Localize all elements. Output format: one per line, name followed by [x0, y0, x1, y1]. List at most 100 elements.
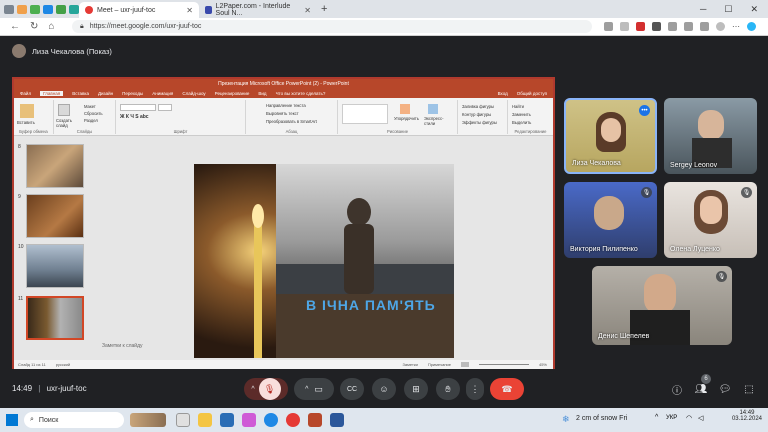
reset-button[interactable]: Сбросить	[84, 111, 103, 116]
pinned-tab-icon[interactable]	[69, 4, 79, 14]
profile-icon[interactable]	[4, 4, 14, 14]
ppt-menu-animation[interactable]: Анимация	[152, 91, 173, 96]
minimize-icon[interactable]: ─	[700, 4, 706, 15]
close-window-icon[interactable]: ✕	[750, 4, 758, 15]
tab-actions-icon[interactable]	[30, 4, 40, 14]
taskbar-search[interactable]: ⌕ Поиск	[24, 412, 124, 428]
comments-toggle[interactable]: Примечание	[428, 362, 451, 367]
ppt-menu-design[interactable]: Дизайн	[98, 91, 113, 96]
quick-styles-icon[interactable]	[428, 104, 438, 114]
profile-avatar-icon[interactable]	[716, 22, 725, 31]
find-button[interactable]: Найти	[512, 104, 524, 109]
arrange-icon[interactable]	[400, 104, 410, 114]
captions-button[interactable]: CC	[340, 378, 364, 400]
extension-icon[interactable]	[636, 22, 645, 31]
slide-notes[interactable]: Заметки к слайду	[102, 343, 143, 349]
ppt-share[interactable]: Общий доступ	[517, 91, 553, 96]
close-tab-icon[interactable]: ✕	[304, 6, 311, 15]
participant-tile-sergey[interactable]: Sergey Leonov	[664, 98, 757, 174]
camera-options-icon[interactable]: ^	[305, 386, 308, 393]
participant-tile-denis[interactable]: 🎙︎ Денис Шепелев	[592, 266, 732, 345]
mic-toggle-button[interactable]: 🎙︎	[258, 378, 281, 400]
more-options-button[interactable]: ⋮	[466, 378, 484, 400]
participant-tile-liza[interactable]: ••• Лиза Чекалова	[564, 98, 657, 174]
read-aloud-icon[interactable]	[604, 22, 613, 31]
shared-screen[interactable]: Презентация Microsoft Office PowerPoint …	[12, 77, 555, 369]
replace-button[interactable]: Заменить	[512, 112, 531, 117]
slide-thumb-10[interactable]	[26, 244, 84, 288]
quick-styles-button[interactable]: Экспресс-стили	[424, 116, 454, 126]
collections-icon[interactable]	[700, 22, 709, 31]
maximize-icon[interactable]: ☐	[724, 4, 732, 15]
current-slide[interactable]: В ІЧНА ПАМ'ЯТЬ	[194, 164, 454, 358]
section-button[interactable]: Раздел	[84, 118, 98, 123]
split-screen-icon[interactable]	[668, 22, 677, 31]
slide-thumb-11[interactable]	[26, 296, 84, 340]
participant-tile-olena[interactable]: 🎙︎ Олена Луценко	[664, 182, 757, 258]
edge-icon[interactable]	[264, 413, 278, 427]
participant-tile-viktoria[interactable]: 🎙︎ Виктория Пилипенко	[564, 182, 657, 258]
tab-l2paper[interactable]: L2Paper.com - Interlude Soul N... ✕	[199, 2, 317, 18]
present-button[interactable]: ⊞	[404, 378, 428, 400]
create-slide-button[interactable]: Создать слайд	[56, 118, 82, 128]
ppt-menu-view[interactable]: Вид	[258, 91, 266, 96]
folder-icon[interactable]	[198, 413, 212, 427]
new-slide-icon[interactable]	[58, 104, 70, 116]
shape-fill-button[interactable]: Заливка фигуры	[462, 104, 494, 109]
back-icon[interactable]: ←	[10, 21, 20, 32]
chrome-icon[interactable]	[286, 413, 300, 427]
font-name-select[interactable]	[120, 104, 156, 111]
paste-button[interactable]: Вставить	[17, 120, 35, 125]
favorites-icon[interactable]	[684, 22, 693, 31]
copilot-app-icon[interactable]	[242, 413, 256, 427]
ppt-menu-review[interactable]: Рецензирование	[215, 91, 250, 96]
smartart-button[interactable]: Преобразовать в SmartArt	[266, 119, 317, 124]
slide-thumb-9[interactable]	[26, 194, 84, 238]
ppt-signin[interactable]: Вход	[498, 91, 508, 96]
store-icon[interactable]	[220, 413, 234, 427]
font-size-select[interactable]	[158, 104, 172, 111]
leave-call-button[interactable]: ☎︎	[490, 378, 524, 400]
reactions-button[interactable]: ☺	[372, 378, 396, 400]
ppt-tell-me[interactable]: Что вы хотите сделать?	[276, 91, 326, 96]
ppt-menu-slideshow[interactable]: Слайд-шоу	[182, 91, 205, 96]
zoom-level[interactable]: 45%	[539, 362, 553, 367]
chat-icon[interactable]: 💬︎	[716, 380, 734, 398]
select-button[interactable]: Выделить	[512, 120, 531, 125]
volume-icon[interactable]: ◁	[698, 414, 703, 422]
start-icon[interactable]	[6, 414, 18, 426]
bold-icon[interactable]: Ж К Ч S abc	[120, 114, 149, 120]
text-direction-button[interactable]: Направление текста	[266, 103, 306, 108]
arrange-button[interactable]: Упорядочить	[394, 116, 419, 121]
shape-outline-button[interactable]: Контур фигуры	[462, 112, 491, 117]
meeting-info-icon[interactable]: ⓘ	[668, 380, 686, 398]
slide-thumb-8[interactable]	[26, 144, 84, 188]
ppt-menu-transitions[interactable]: Переходы	[122, 91, 143, 96]
wifi-icon[interactable]: ◠	[686, 414, 692, 422]
activities-icon[interactable]: ⬚	[740, 380, 758, 398]
workspaces-icon[interactable]	[17, 4, 27, 14]
notes-toggle[interactable]: Заметки	[403, 362, 418, 367]
language-status[interactable]: русский	[56, 362, 70, 367]
tab-meet[interactable]: Meet – uxr-juuf-toc ✕	[79, 2, 199, 18]
close-tab-icon[interactable]: ✕	[186, 6, 193, 15]
pinned-tab-icon[interactable]	[43, 4, 53, 14]
ppt-menu-home[interactable]: Главная	[40, 91, 64, 96]
url-field[interactable]: 🔒︎ https://meet.google.com/uxr-juuf-toc	[72, 20, 592, 33]
pinned-tab-icon[interactable]	[56, 4, 66, 14]
powerpoint-icon[interactable]	[308, 413, 322, 427]
mic-options-icon[interactable]: ^	[251, 386, 254, 393]
home-icon[interactable]: ⌂	[48, 21, 54, 32]
clock[interactable]: 14:49 03.12.2024	[732, 410, 762, 422]
align-text-button[interactable]: Выровнять текст	[266, 111, 299, 116]
ppt-menu-file[interactable]: Файл	[20, 91, 31, 96]
keyboard-layout[interactable]: УКР	[666, 415, 677, 421]
word-icon[interactable]	[330, 413, 344, 427]
tray-arrow-icon[interactable]: ^	[655, 414, 658, 421]
camera-icon[interactable]: ▭	[314, 384, 323, 395]
paste-icon[interactable]	[20, 104, 34, 118]
file-explorer-icon[interactable]	[176, 413, 190, 427]
refresh-icon[interactable]: ↻	[30, 21, 38, 32]
weather-text[interactable]: 2 cm of snow Fri	[576, 415, 627, 422]
view-normal-icon[interactable]	[460, 362, 469, 367]
